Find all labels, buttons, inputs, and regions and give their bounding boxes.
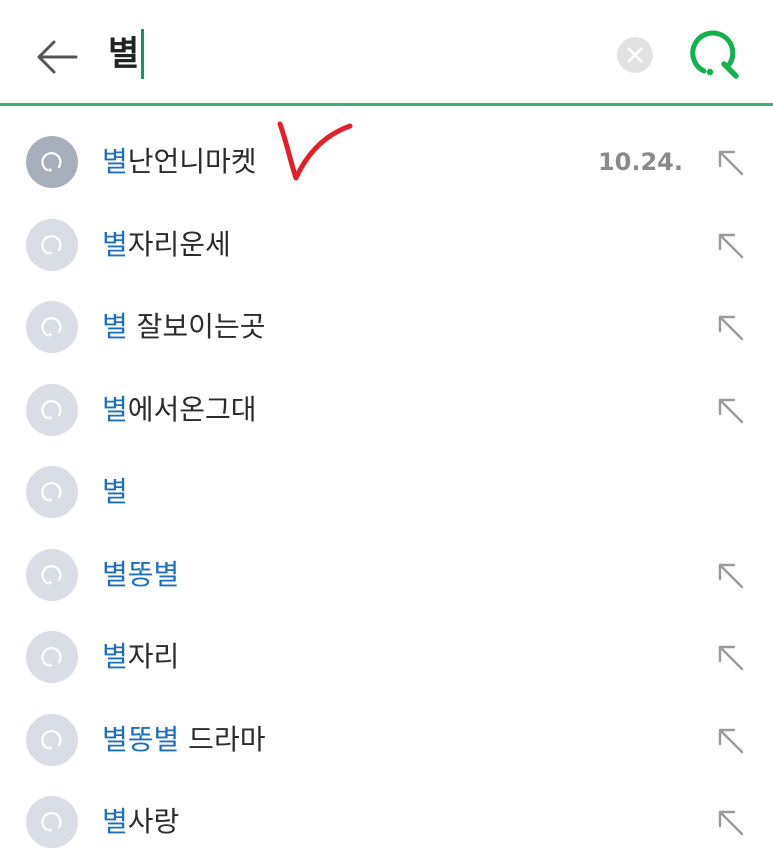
suggestion-search-icon bbox=[26, 713, 78, 766]
matched-prefix: 별 bbox=[102, 392, 128, 426]
suggestion-text: 별 bbox=[102, 471, 128, 513]
red-checkmark-annotation bbox=[277, 121, 353, 181]
clear-button[interactable] bbox=[617, 37, 653, 73]
suggestion-item[interactable]: 별난언니마켓 10.24. bbox=[0, 106, 773, 189]
suggestion-text: 별똥별 드라마 bbox=[102, 719, 265, 761]
suggestion-rest: 드라마 bbox=[179, 722, 266, 756]
search-query-text: 별 bbox=[108, 34, 140, 74]
matched-prefix: 별 bbox=[102, 805, 128, 838]
suggestion-search-icon bbox=[26, 218, 78, 271]
suggestion-rest: 자리운세 bbox=[127, 227, 231, 261]
matched-prefix: 별 bbox=[102, 310, 128, 343]
suggestion-search-icon bbox=[26, 796, 78, 848]
suggestion-text: 별자리 bbox=[102, 636, 179, 678]
suggestion-item[interactable]: 별 bbox=[0, 436, 773, 519]
text-caret bbox=[141, 29, 145, 79]
suggestion-rest: 자리 bbox=[127, 640, 180, 673]
fill-query-arrow-icon[interactable] bbox=[714, 146, 746, 178]
back-button[interactable] bbox=[32, 32, 82, 82]
matched-prefix: 별 bbox=[102, 145, 128, 178]
suggestion-text: 별난언니마켓 bbox=[102, 141, 257, 183]
search-bar: 별 bbox=[0, 0, 773, 106]
suggestion-search-icon bbox=[26, 631, 78, 683]
recent-search-icon bbox=[26, 136, 78, 188]
suggestion-item[interactable]: 별똥별 드라마 bbox=[0, 684, 773, 767]
matched-prefix: 별 bbox=[102, 640, 128, 673]
suggestion-text: 별에서온그대 bbox=[102, 389, 257, 431]
suggestion-item[interactable]: 별똥별 bbox=[0, 519, 773, 602]
fill-query-arrow-icon[interactable] bbox=[714, 724, 746, 756]
suggestion-search-icon bbox=[26, 383, 78, 436]
matched-prefix: 별똥별 bbox=[102, 722, 180, 756]
suggestion-item[interactable]: 별자리 bbox=[0, 601, 773, 684]
suggestion-item[interactable]: 별에서온그대 bbox=[0, 354, 773, 437]
fill-query-arrow-icon[interactable] bbox=[714, 806, 746, 838]
fill-query-arrow-icon[interactable] bbox=[714, 394, 746, 426]
matched-prefix: 별 bbox=[102, 475, 128, 508]
suggestion-rest: 에서온그대 bbox=[127, 392, 257, 426]
suggestion-rest: 잘보이는곳 bbox=[127, 310, 266, 343]
suggestion-search-icon bbox=[26, 301, 78, 353]
clear-x-icon bbox=[627, 47, 643, 63]
suggestion-text: 별 잘보이는곳 bbox=[102, 306, 265, 348]
suggestion-rest: 난언니마켓 bbox=[127, 145, 257, 178]
matched-prefix: 별똥별 bbox=[102, 557, 180, 591]
arrow-left-icon bbox=[37, 40, 78, 74]
suggestion-rest: 사랑 bbox=[127, 805, 180, 838]
suggestion-item[interactable]: 별자리운세 bbox=[0, 189, 773, 272]
suggestion-text: 별똥별 bbox=[102, 554, 179, 596]
fill-query-arrow-icon[interactable] bbox=[714, 641, 746, 673]
suggestion-search-icon bbox=[26, 548, 78, 601]
green-search-icon bbox=[690, 30, 739, 79]
suggestion-item[interactable]: 별사랑 bbox=[0, 766, 773, 849]
search-button[interactable] bbox=[686, 28, 742, 84]
suggestion-item[interactable]: 별 잘보이는곳 bbox=[0, 271, 773, 354]
search-input[interactable]: 별 bbox=[108, 26, 145, 82]
suggestion-list: 별난언니마켓 10.24. 별자리운세 별 잘보이는곳 별에서온그대 별 별똥별 별자리 별똥별… bbox=[0, 106, 773, 849]
suggestion-search-icon bbox=[26, 466, 78, 518]
fill-query-arrow-icon[interactable] bbox=[714, 311, 746, 343]
suggestion-text: 별자리운세 bbox=[102, 224, 231, 266]
fill-query-arrow-icon[interactable] bbox=[714, 229, 746, 261]
fill-query-arrow-icon[interactable] bbox=[714, 559, 746, 591]
search-date: 10.24. bbox=[597, 148, 683, 176]
matched-prefix: 별 bbox=[102, 227, 128, 261]
